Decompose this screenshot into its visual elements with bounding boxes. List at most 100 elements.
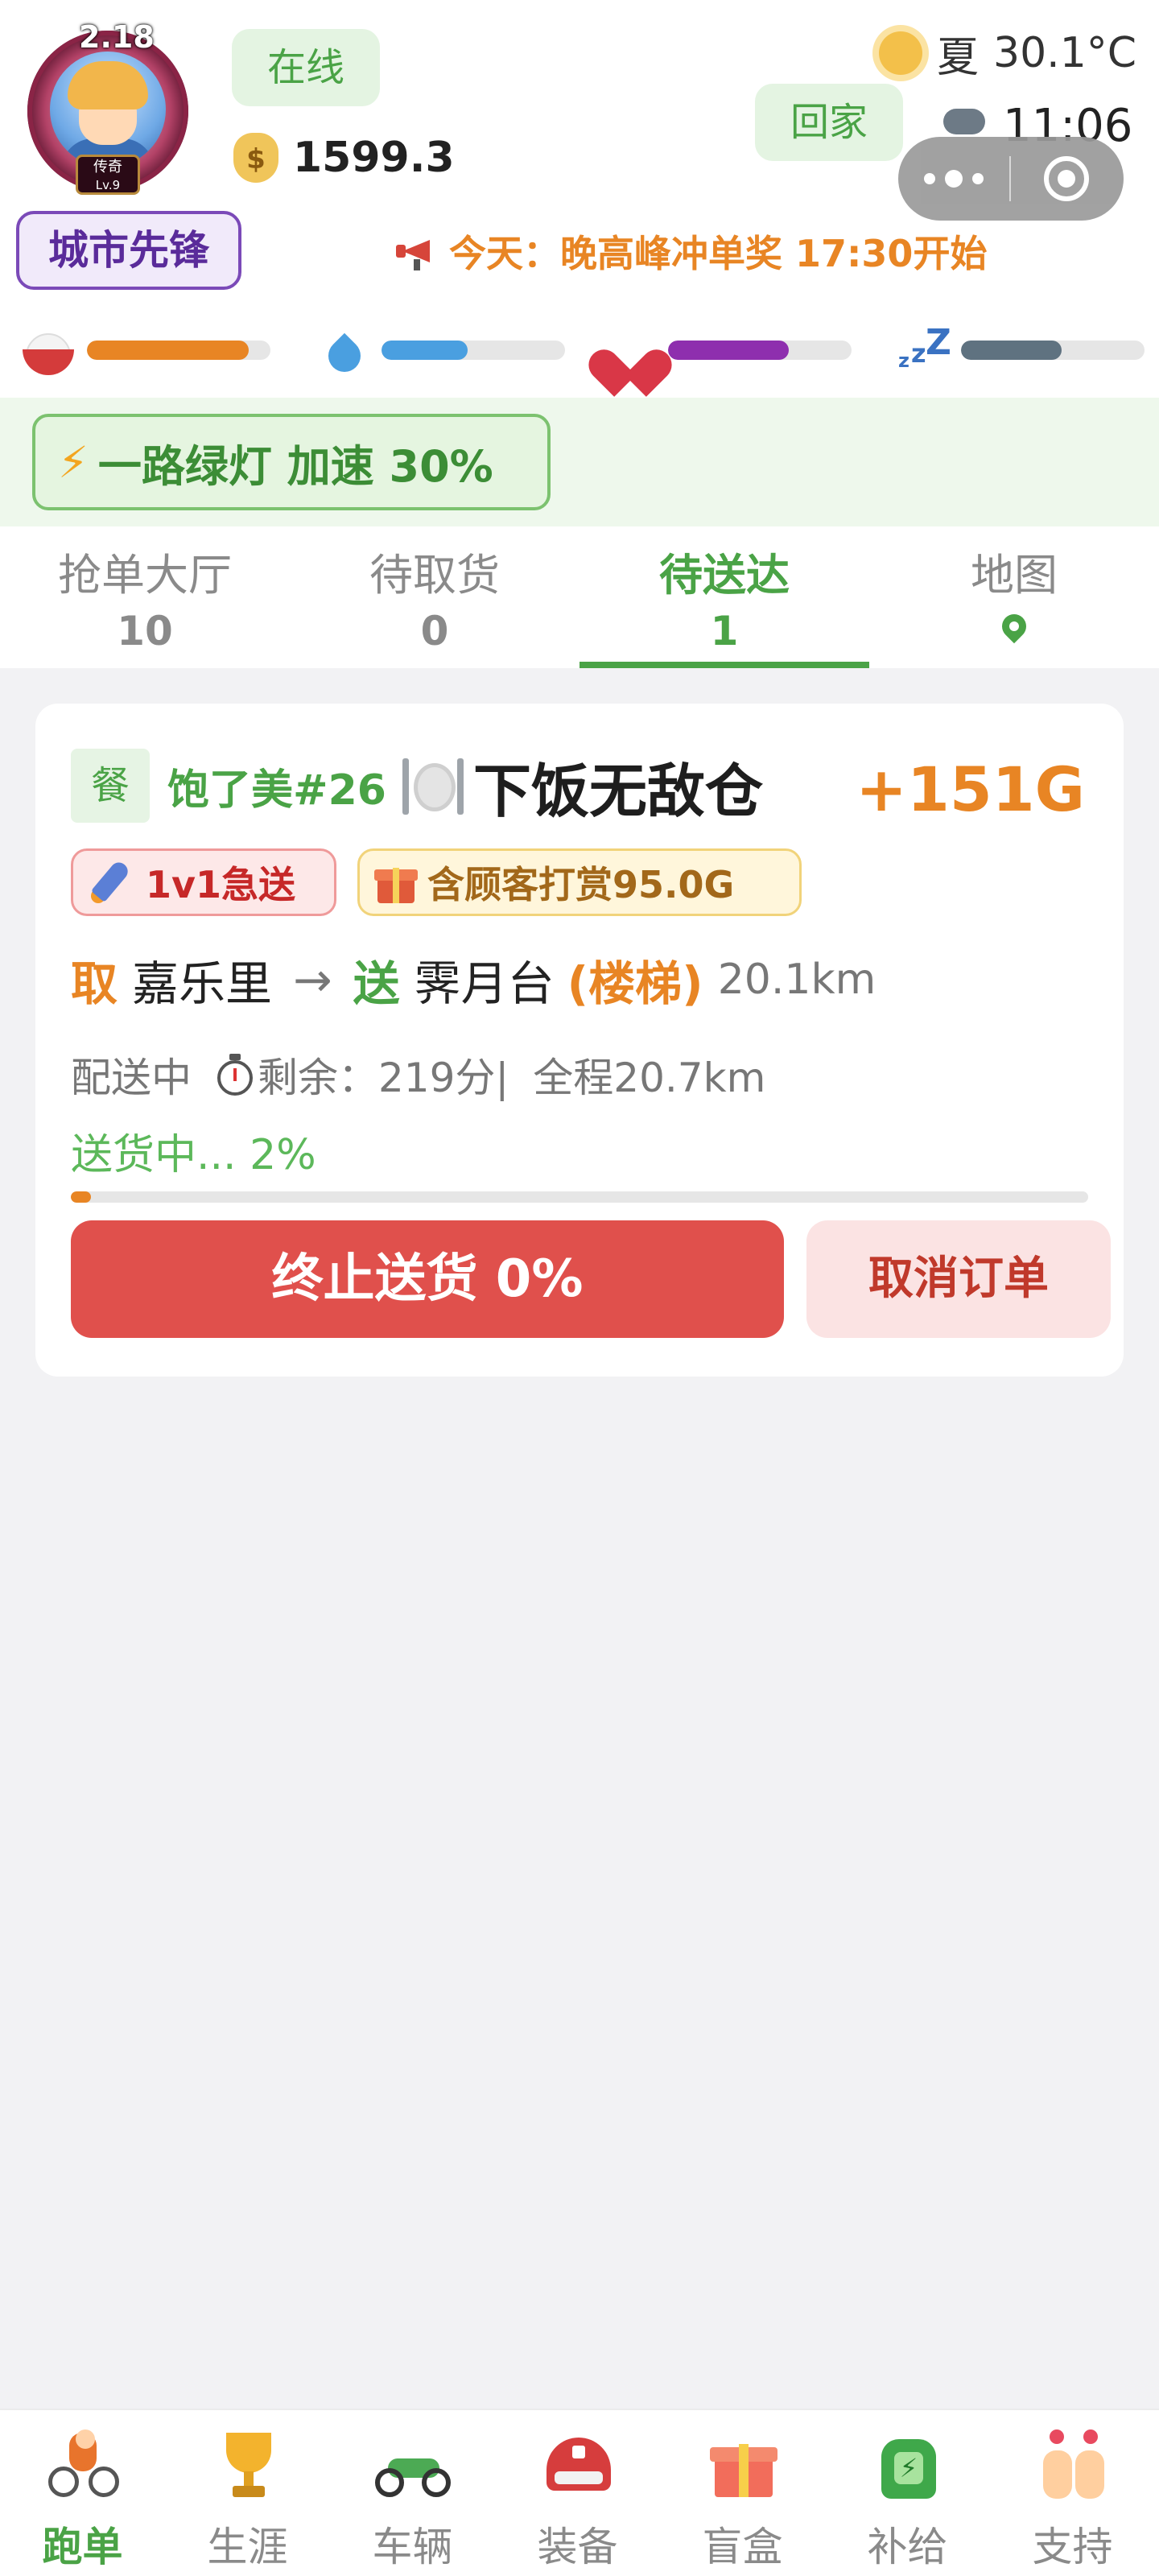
gift-box-icon xyxy=(705,2429,781,2502)
urgent-tag-text: 1v1急送 xyxy=(146,863,295,906)
rice-bowl-icon xyxy=(18,322,76,378)
stairs-note: (楼梯) xyxy=(567,956,703,1011)
nav-label: 生涯 xyxy=(207,2524,288,2570)
delivery-progress-bar xyxy=(71,1191,1088,1203)
order-reward: +151G xyxy=(856,753,1085,825)
tab-count: 10 xyxy=(117,608,173,654)
plate-fork-knife-icon xyxy=(401,755,464,816)
coin-amount: 1599.3 xyxy=(293,134,455,182)
avatar[interactable]: 2.18 传奇 Lv.9 xyxy=(23,19,193,195)
megaphone-icon xyxy=(394,235,441,270)
nav-item-supply[interactable]: ⚡ 补给 xyxy=(825,2410,990,2576)
delivery-status-row: 配送中 剩余：219分| 全程20.7km xyxy=(71,1045,765,1104)
sleep-bar xyxy=(961,341,1145,360)
nav-label: 跑单 xyxy=(42,2524,123,2570)
gift-icon xyxy=(374,860,418,905)
nav-item-run[interactable]: 跑单 xyxy=(0,2410,165,2576)
buff-text: 一路绿灯 加速 30% xyxy=(97,440,493,492)
player-title-badge[interactable]: 城市先锋 xyxy=(16,211,241,290)
nav-item-support[interactable]: 支持 xyxy=(990,2410,1155,2576)
buff-badge: ⚡ 一路绿灯 加速 30% xyxy=(32,414,551,510)
tab-to-pickup[interactable]: 待取货 0 xyxy=(290,526,580,668)
order-tabs: 抢单大厅 10 待取货 0 待送达 1 地图 xyxy=(0,526,1159,668)
route-distance: 20.1km xyxy=(717,956,876,1004)
player-level: 2.18 xyxy=(79,19,155,55)
tab-label: 抢单大厅 xyxy=(58,550,232,601)
close-miniprogram-button[interactable] xyxy=(1011,137,1122,221)
season-label: 夏 xyxy=(937,33,980,82)
category-tag: 餐 xyxy=(71,749,150,823)
progress-fill xyxy=(71,1191,92,1203)
hunger-bar xyxy=(87,341,270,360)
pickup-label: 取 xyxy=(71,956,118,1011)
online-status-button[interactable]: 在线 xyxy=(232,29,380,106)
announcement-text: 今天：晚高峰冲单奖 17:30开始 xyxy=(449,232,988,275)
money-bag-icon: $ xyxy=(233,133,278,183)
coin-balance: $ 1599.3 xyxy=(233,129,455,187)
stopwatch-icon xyxy=(216,1054,254,1096)
stop-delivery-button[interactable]: 终止送货 0% xyxy=(71,1220,784,1338)
tab-to-deliver[interactable]: 待送达 1 xyxy=(580,526,869,668)
nav-label: 盲盒 xyxy=(702,2524,783,2570)
announcement: 今天：晚高峰冲单奖 17:30开始 xyxy=(394,225,987,277)
trophy-icon xyxy=(210,2429,286,2502)
tab-map[interactable]: 地图 xyxy=(869,526,1159,668)
nav-item-gear[interactable]: 装备 xyxy=(495,2410,660,2576)
backpack-icon: ⚡ xyxy=(870,2429,946,2502)
water-drop-icon xyxy=(312,322,370,379)
delivery-status: 配送中 xyxy=(71,1055,192,1101)
bottom-nav: 跑单 生涯 车辆 装备 盲盒 ⚡ 补给 支持 xyxy=(0,2409,1159,2576)
remaining-time: 剩余：219分| xyxy=(258,1055,509,1101)
miniprogram-capsule xyxy=(898,137,1124,221)
map-pin-icon xyxy=(996,609,1032,650)
nav-label: 补给 xyxy=(867,2524,948,2570)
tab-label: 待送达 xyxy=(659,550,790,601)
dropoff-label: 送 xyxy=(353,956,400,1011)
progress-label: 送货中... 2% xyxy=(71,1131,316,1179)
cyclist-icon xyxy=(45,2429,121,2502)
total-distance: 全程20.7km xyxy=(533,1055,766,1101)
helmet-icon xyxy=(540,2429,616,2502)
delivery-route: 取 嘉乐里 → 送 霁月台 (楼梯) 20.1km xyxy=(71,945,876,1014)
temperature: 30.1°C xyxy=(993,29,1137,77)
store-name: 饱了美#26 xyxy=(167,766,386,815)
heart-hands-icon xyxy=(1035,2429,1111,2502)
route-arrow: → xyxy=(293,952,332,1007)
heart-icon xyxy=(582,322,678,397)
dropoff-location: 霁月台 xyxy=(414,956,555,1011)
tab-label: 待取货 xyxy=(369,550,500,601)
health-bar xyxy=(668,341,852,360)
avatar-portrait xyxy=(50,52,166,167)
stat-hunger xyxy=(18,322,270,378)
tip-tag-text: 含顾客打赏95.0G xyxy=(427,863,735,906)
tab-order-hall[interactable]: 抢单大厅 10 xyxy=(0,526,290,668)
motorcycle-icon xyxy=(375,2429,451,2502)
sun-icon xyxy=(879,31,922,75)
nav-item-career[interactable]: 生涯 xyxy=(165,2410,330,2576)
active-tab-indicator xyxy=(580,662,869,668)
nav-item-blind-box[interactable]: 盲盒 xyxy=(660,2410,825,2576)
order-card[interactable]: 餐 饱了美#26 下饭无敌仓 +151G 1v1急送 含顾客打赏95.0G 取 … xyxy=(35,704,1124,1377)
tab-count: 1 xyxy=(710,608,739,654)
tab-label: 地图 xyxy=(971,550,1058,601)
pickup-location: 嘉乐里 xyxy=(132,956,273,1011)
rocket-icon xyxy=(88,858,136,906)
cancel-order-button[interactable]: 取消订单 xyxy=(806,1220,1111,1338)
store-info: 饱了美#26 下饭无敌仓 xyxy=(167,752,763,825)
nav-label: 车辆 xyxy=(372,2524,453,2570)
rank-badge: 传奇 Lv.9 xyxy=(76,155,140,195)
dish-name: 下饭无敌仓 xyxy=(472,757,763,825)
cloud-icon xyxy=(943,108,985,134)
lightning-icon: ⚡ xyxy=(58,436,89,488)
urgent-delivery-tag: 1v1急送 xyxy=(71,848,336,916)
stat-health xyxy=(582,322,852,397)
stat-thirst xyxy=(312,322,565,379)
more-menu-button[interactable] xyxy=(898,137,1009,221)
thirst-bar xyxy=(382,341,565,360)
rank-level: Lv.9 xyxy=(95,178,121,192)
go-home-button[interactable]: 回家 xyxy=(755,84,903,161)
weather-info: 夏 30.1°C xyxy=(879,24,1136,82)
tab-count: 0 xyxy=(420,608,449,654)
sleep-zzz-icon: z z Z xyxy=(898,322,951,372)
nav-item-vehicle[interactable]: 车辆 xyxy=(330,2410,495,2576)
